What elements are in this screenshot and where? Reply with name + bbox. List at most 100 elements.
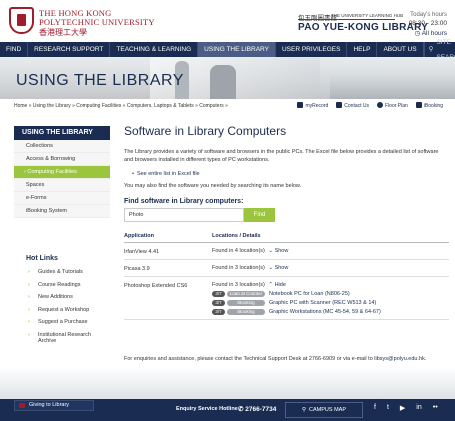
social-links: f t ▶ in •• <box>374 404 438 412</box>
user-icon <box>297 102 304 108</box>
facebook-icon[interactable]: f <box>374 404 376 412</box>
page-title: Software in Library Computers <box>124 124 287 138</box>
sidebar-item-collections[interactable]: Collections <box>14 140 110 153</box>
university-name-zh[interactable]: 香港理工大學 <box>39 27 87 38</box>
location-item: 3/7 iBooking Graphic Workstations (MC 45… <box>212 309 449 315</box>
column-header-locations: Locations / Details <box>212 233 449 243</box>
map-pin-icon <box>377 102 384 108</box>
library-divider <box>298 19 395 20</box>
hot-link-new-additions[interactable]: New Additions <box>28 294 110 301</box>
location-link[interactable]: Graphic Workstations (MC 45-54, 59 & 64-… <box>269 309 381 315</box>
nav-teaching-learning[interactable]: TEACHING & LEARNING <box>110 42 199 57</box>
show-toggle[interactable]: ⌄ Show <box>268 248 288 254</box>
sidebar-heading[interactable]: USING THE LIBRARY <box>14 126 110 140</box>
table-row: Photoshop Extended CS6 Found in 3 locati… <box>124 276 449 320</box>
search-icon: ⚲ <box>428 46 434 53</box>
contact-us-link[interactable]: Contact Us <box>336 102 369 109</box>
app-locations: Found in 3 location(s) ⌃ Hide 3/7 Loan a… <box>212 276 449 320</box>
campus-map-button[interactable]: ⚲ CAMPUS MAP <box>285 402 363 418</box>
location-link[interactable]: Graphic PC with Scanner (REC W513 & 14) <box>269 300 376 306</box>
banner-photo-desk <box>330 75 455 99</box>
nav-find[interactable]: FIND <box>0 42 29 57</box>
app-name: IrfanView 4.41 <box>124 242 212 260</box>
hot-links-title: Hot Links <box>26 255 58 262</box>
software-results-table: Application Locations / Details IrfanVie… <box>124 233 449 320</box>
location-type-badge: iBooking <box>227 309 265 315</box>
map-pin-icon: ⚲ <box>301 407 306 413</box>
enquiry-end: . <box>424 356 427 362</box>
sidebar-item-label: Computing Facilities <box>27 169 77 175</box>
nav-research-support[interactable]: RESEARCH SUPPORT <box>28 42 111 57</box>
hot-link-research-archive[interactable]: Institutional Research Archive <box>28 332 110 345</box>
software-search-input[interactable] <box>124 208 244 222</box>
enquiry-email-link[interactable]: libsys@polyu.edu.hk <box>374 356 425 362</box>
hot-link-suggest-purchase[interactable]: Suggest a Purchase <box>28 319 110 326</box>
sidebar-item-computing-facilities[interactable]: › Computing Facilities <box>14 166 110 179</box>
breadcrumb[interactable]: Home » Using the Library » Computing Fac… <box>14 103 228 109</box>
sidebar-item-access-borrowing[interactable]: Access & Borrowing <box>14 153 110 166</box>
floor-plan-label: Floor Plan <box>385 103 408 109</box>
hot-link-request-workshop[interactable]: Request a Workshop <box>28 307 110 314</box>
banner-title: USING THE LIBRARY <box>16 72 184 89</box>
page-banner: USING THE LIBRARY <box>0 57 455 99</box>
floor-plan-link[interactable]: Floor Plan <box>377 102 408 109</box>
ibooking-link[interactable]: iBooking <box>415 102 443 109</box>
contact-us-label: Contact Us <box>344 103 370 109</box>
show-toggle[interactable]: ⌄ Show <box>268 265 288 271</box>
giving-to-library-button[interactable]: Giving to Library <box>14 400 94 411</box>
location-count-text: Found in 3 location(s) <box>212 265 265 271</box>
nav-using-the-library[interactable]: USING THE LIBRARY <box>198 42 276 57</box>
twitter-icon[interactable]: t <box>387 404 389 412</box>
sidebar-item-spaces[interactable]: Spaces <box>14 179 110 192</box>
nav-help[interactable]: HELP <box>347 42 378 57</box>
hot-link-course-readings[interactable]: Course Readings <box>28 282 110 289</box>
app-name: Photoshop Extended CS6 <box>124 276 212 320</box>
main-content: Software in Library Computers The Librar… <box>124 124 449 320</box>
chevron-up-icon: ⌃ <box>268 282 274 288</box>
utility-links: myRecord Contact Us Floor Plan iBooking <box>297 102 443 109</box>
university-name-line2[interactable]: POLYTECHNIC UNIVERSITY <box>39 18 155 27</box>
site-header: THE HONG KONG POLYTECHNIC UNIVERSITY 香港理… <box>0 0 455 42</box>
hot-links-list: Guides & Tutorials Course Readings New A… <box>14 269 110 345</box>
flickr-icon[interactable]: •• <box>433 404 438 412</box>
find-software-heading: Find software in Library computers: <box>124 198 244 205</box>
excel-list-link[interactable]: See entire list in Excel file <box>124 171 444 177</box>
polyu-logo-icon[interactable] <box>9 7 34 34</box>
table-header-row: Application Locations / Details <box>124 233 449 243</box>
availability-badge: 3/7 <box>212 291 225 297</box>
intro-text: The Library provides a variety of softwa… <box>124 149 439 163</box>
chevron-down-icon: ⌄ <box>268 248 274 254</box>
availability-badge: 3/7 <box>212 309 225 315</box>
app-locations: Found in 4 location(s) ⌄ Show <box>212 242 449 260</box>
hotline-number-text: 2766-7734 <box>245 406 277 413</box>
column-header-application: Application <box>124 233 212 243</box>
table-row: Picasa 3.9 Found in 3 location(s) ⌄ Show <box>124 259 449 277</box>
location-item: 3/7 Loan at Counter Notebook PC for Loan… <box>212 291 449 297</box>
phone-icon: ✆ <box>238 406 244 413</box>
nav-about-us[interactable]: ABOUT US <box>377 42 424 57</box>
site-search-input[interactable]: ⚲ SITE SEARCH <box>423 39 455 61</box>
find-button[interactable]: Find <box>244 208 275 222</box>
myrecord-label: myRecord <box>305 103 329 109</box>
hide-toggle[interactable]: ⌃ Hide <box>268 282 285 288</box>
location-link[interactable]: Notebook PC for Loan (N806-25) <box>269 291 350 297</box>
nav-user-privileges[interactable]: USER PRIVILEGES <box>276 42 348 57</box>
linkedin-icon[interactable]: in <box>416 404 421 412</box>
toggle-label: Hide <box>274 282 286 288</box>
hotline-number[interactable]: ✆ 2766-7734 <box>238 405 276 413</box>
enquiry-note: For enquiries and assistance, please con… <box>124 356 426 362</box>
hotline-label: Enquiry Service Hotline <box>176 406 238 412</box>
youtube-icon[interactable]: ▶ <box>400 404 405 412</box>
university-name-en[interactable]: THE HONG KONG POLYTECHNIC UNIVERSITY <box>39 9 155 27</box>
sidebar-item-eforms[interactable]: e-Forms <box>14 192 110 205</box>
location-count-text: Found in 3 location(s) <box>212 282 265 288</box>
toggle-label: Show <box>274 248 289 254</box>
main-nav: FIND RESEARCH SUPPORT TEACHING & LEARNIN… <box>0 39 455 61</box>
campus-map-label: CAMPUS MAP <box>309 407 347 413</box>
enquiry-text: For enquiries and assistance, please con… <box>124 356 373 362</box>
clock-icon: ◷ <box>414 30 421 37</box>
sidebar-item-ibooking-system[interactable]: iBooking System <box>14 205 110 218</box>
myrecord-link[interactable]: myRecord <box>297 102 328 109</box>
hot-link-guides-tutorials[interactable]: Guides & Tutorials <box>28 269 110 276</box>
hours-time: 08:30 - 23:00 <box>408 20 447 27</box>
